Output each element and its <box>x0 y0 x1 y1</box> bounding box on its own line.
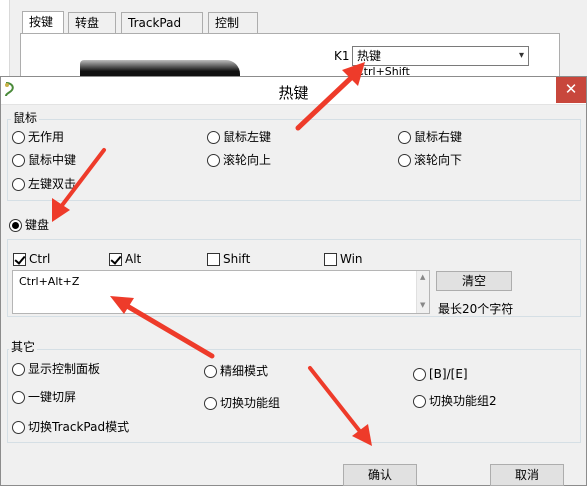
scroll-down-icon[interactable]: ▼ <box>420 301 425 309</box>
max-chars-hint: 最长20个字符 <box>438 302 514 316</box>
dialog-title: 热键 <box>278 84 309 102</box>
radio-right-click[interactable]: 鼠标右键 <box>398 130 462 144</box>
checkbox-win[interactable]: Win <box>324 252 363 266</box>
mouse-group <box>7 119 581 201</box>
device-image <box>80 60 240 76</box>
radio-scroll-down[interactable]: 滚轮向下 <box>398 153 462 167</box>
ok-button[interactable]: 确认 <box>343 464 417 486</box>
dialog-titlebar: 热键 ✕ <box>1 77 586 105</box>
k1-select[interactable]: 热键 ▾ <box>352 46 529 66</box>
radio-no-action[interactable]: 无作用 <box>12 130 64 144</box>
radio-double-click[interactable]: 左键双击 <box>12 177 76 191</box>
radio-switch-function-group[interactable]: 切换功能组 <box>204 396 280 410</box>
hotkey-scrollbar[interactable]: ▲ ▼ <box>416 271 429 313</box>
background-left-strip <box>0 0 10 76</box>
close-icon: ✕ <box>564 80 578 98</box>
mouse-group-title: 鼠标 <box>11 111 40 125</box>
hotkey-value: Ctrl+Alt+Z <box>19 275 80 288</box>
checkbox-ctrl[interactable]: Ctrl <box>13 252 50 266</box>
clear-button[interactable]: 清空 <box>436 271 512 291</box>
hotkey-dialog: 热键 ✕ 鼠标 无作用 鼠标左键 鼠标右键 鼠标中键 滚轮向上 滚轮向下 左键双… <box>0 76 587 486</box>
close-button[interactable]: ✕ <box>556 77 586 103</box>
tab-dial[interactable]: 转盘 <box>68 12 116 34</box>
radio-left-click[interactable]: 鼠标左键 <box>207 130 271 144</box>
checkbox-alt[interactable]: Alt <box>109 252 141 266</box>
chevron-down-icon: ▾ <box>518 50 524 61</box>
tab-keys[interactable]: 按键 <box>22 11 64 35</box>
tab-control[interactable]: 控制 <box>208 12 258 34</box>
hotkey-input[interactable]: Ctrl+Alt+Z ▲ ▼ <box>12 270 430 314</box>
radio-keyboard[interactable]: 键盘 <box>9 218 49 232</box>
radio-one-key-switch-screen[interactable]: 一键切屏 <box>12 390 76 404</box>
k1-select-value: 热键 <box>357 49 382 63</box>
radio-scroll-up[interactable]: 滚轮向上 <box>207 153 271 167</box>
radio-switch-function-group-2[interactable]: 切换功能组2 <box>413 394 497 408</box>
radio-b-e[interactable]: [B]/[E] <box>413 367 468 381</box>
scroll-up-icon[interactable]: ▲ <box>420 273 425 281</box>
other-group-title: 其它 <box>9 340 38 354</box>
background-window: 按键 转盘 TrackPad 控制 K1 热键 ▾ Ctrl+Shift <box>0 0 587 78</box>
k1-label: K1 <box>334 49 350 63</box>
radio-middle-click[interactable]: 鼠标中键 <box>12 153 76 167</box>
checkbox-shift[interactable]: Shift <box>207 252 250 266</box>
tab-trackpad[interactable]: TrackPad <box>121 12 203 34</box>
radio-show-control-panel[interactable]: 显示控制面板 <box>12 362 100 376</box>
cancel-button[interactable]: 取消 <box>490 464 564 486</box>
radio-fine-mode[interactable]: 精细模式 <box>204 364 268 378</box>
radio-switch-trackpad-mode[interactable]: 切换TrackPad模式 <box>12 420 129 434</box>
